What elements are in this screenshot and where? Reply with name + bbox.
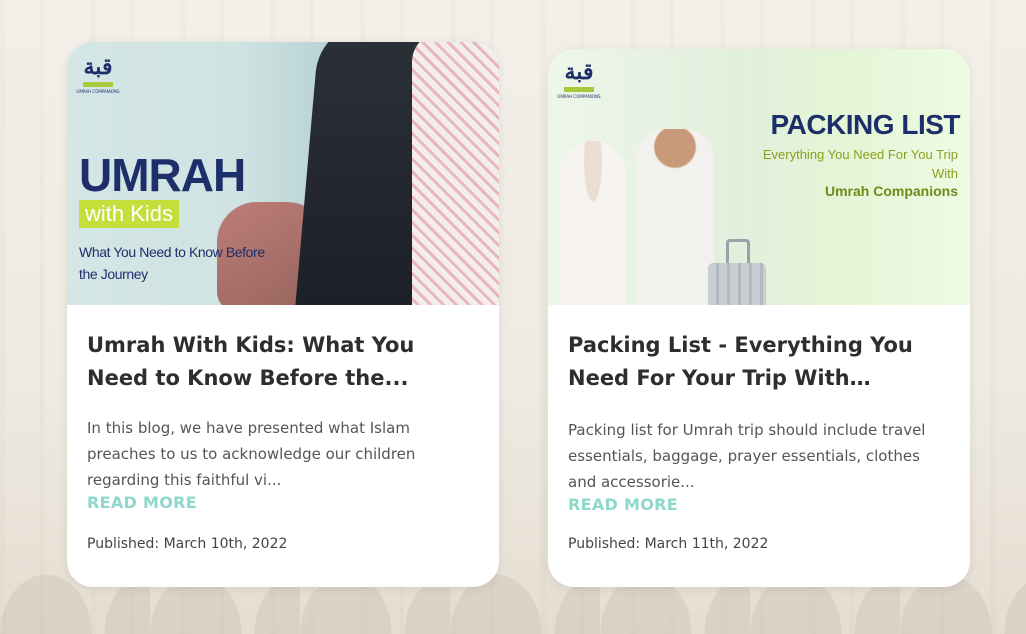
hero-subline: Everything You Need For You Trip With xyxy=(762,147,958,181)
read-more-link[interactable]: READ MORE xyxy=(568,495,678,514)
logo-caption: UMRAH COMPANIONS xyxy=(76,89,120,94)
hero-highlight: with Kids xyxy=(79,200,180,228)
card-title[interactable]: Umrah With Kids: What You Need to Know B… xyxy=(87,329,479,395)
logo-bar xyxy=(83,82,113,87)
suitcase-figure xyxy=(708,263,766,305)
logo-mark: قبة xyxy=(83,54,115,80)
brand-logo: قبة UMRAH COMPANIONS xyxy=(557,59,601,113)
hero-subline: What You Need to Know Before the Journey xyxy=(79,244,265,282)
published-date: Published: March 10th, 2022 xyxy=(87,536,288,552)
man-figure xyxy=(636,129,714,305)
blog-card-umrah-with-kids[interactable]: قبة UMRAH COMPANIONS UMRAH with Kids Wha… xyxy=(67,42,499,587)
card-excerpt: In this blog, we have presented what Isl… xyxy=(87,419,416,489)
card-hero-image[interactable]: قبة UMRAH COMPANIONS PACKING LIST Everyt… xyxy=(548,49,970,305)
read-more-link[interactable]: READ MORE xyxy=(87,493,197,512)
logo-mark: قبة xyxy=(564,59,596,85)
hero-headline: PACKING LIST xyxy=(770,109,961,140)
logo-bar xyxy=(564,87,594,92)
card-hero-image[interactable]: قبة UMRAH COMPANIONS UMRAH with Kids Wha… xyxy=(67,42,499,305)
card-body: Umrah With Kids: What You Need to Know B… xyxy=(87,329,479,552)
hero-headline: UMRAH xyxy=(79,149,246,201)
card-excerpt: Packing list for Umrah trip should inclu… xyxy=(568,421,926,491)
blog-card-packing-list[interactable]: قبة UMRAH COMPANIONS PACKING LIST Everyt… xyxy=(548,49,970,587)
woman-figure xyxy=(560,141,626,305)
thobe-figure xyxy=(412,42,499,305)
card-body: Packing List - Everything You Need For Y… xyxy=(568,329,950,552)
card-title[interactable]: Packing List - Everything You Need For Y… xyxy=(568,329,950,395)
logo-caption: UMRAH COMPANIONS xyxy=(557,94,601,99)
brand-logo: قبة UMRAH COMPANIONS xyxy=(76,54,120,108)
published-date: Published: March 11th, 2022 xyxy=(568,536,769,552)
hero-brand: Umrah Companions xyxy=(824,183,958,199)
